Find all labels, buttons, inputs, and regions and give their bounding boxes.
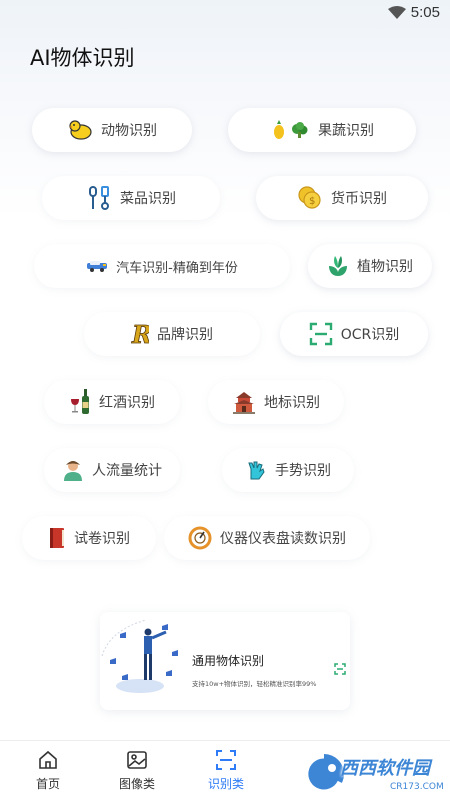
category-label: 菜品识别	[120, 191, 176, 207]
category-label: OCR识别	[340, 327, 400, 343]
page-title: AI物体识别	[30, 46, 135, 70]
nav-home-label: 首页	[35, 777, 60, 791]
general-recognition-banner[interactable]: 通用物体识别 支持10w+物体识别，轻松精准识别率99%	[100, 612, 350, 710]
banner-title: 通用物体识别	[192, 654, 265, 668]
gauge-icon	[188, 526, 212, 550]
hand-gesture-icon	[245, 459, 267, 481]
brand-icon: R	[131, 321, 149, 347]
scan-frame-icon	[309, 322, 333, 346]
category-currency[interactable]: $ 货币识别	[256, 176, 428, 220]
chick-icon	[67, 119, 93, 141]
nav-recognition[interactable]: 识别类	[191, 749, 261, 792]
nav-home[interactable]: 首页	[13, 749, 83, 792]
status-bar: 5:05	[0, 0, 450, 26]
wifi-icon	[388, 5, 406, 24]
category-label: 地标识别	[264, 395, 320, 411]
banner-subtitle: 支持10w+物体识别，轻松精准识别率99%	[192, 680, 317, 688]
home-icon	[13, 749, 83, 771]
coins-icon: $	[297, 185, 323, 211]
svg-text:R: R	[131, 321, 149, 347]
category-label: 手势识别	[275, 463, 331, 479]
image-icon	[102, 749, 172, 771]
svg-text:$: $	[309, 196, 315, 207]
category-landmark[interactable]: 地标识别	[208, 380, 344, 424]
scan-frame-icon	[334, 660, 346, 679]
wine-icon	[69, 389, 91, 415]
watermark: 西西软件园 CR173.COM	[300, 742, 450, 800]
nav-image[interactable]: 图像类	[102, 749, 172, 792]
category-fruit[interactable]: 果蔬识别	[228, 108, 416, 152]
category-car[interactable]: 汽车识别-精确到年份	[34, 244, 290, 288]
category-label: 试卷识别	[74, 531, 130, 547]
category-label: 品牌识别	[157, 327, 213, 343]
banner-illustration	[101, 619, 178, 693]
category-label: 红酒识别	[99, 395, 155, 411]
category-crowd[interactable]: 人流量统计	[44, 448, 180, 492]
category-gesture[interactable]: 手势识别	[222, 448, 354, 492]
plant-icon	[327, 254, 349, 278]
status-time: 5:05	[410, 4, 440, 21]
category-gauge[interactable]: 仪器仪表盘读数识别	[164, 516, 370, 560]
watermark-text: 西西软件园	[340, 758, 430, 779]
category-label: 仪器仪表盘读数识别	[220, 531, 346, 547]
category-brand[interactable]: R 品牌识别	[84, 312, 260, 356]
category-label: 动物识别	[101, 123, 157, 139]
person-icon	[62, 459, 84, 481]
category-wine[interactable]: 红酒识别	[44, 380, 180, 424]
category-exam[interactable]: 试卷识别	[22, 516, 156, 560]
category-plant[interactable]: 植物识别	[308, 244, 432, 288]
watermark-sub: CR173.COM	[390, 782, 444, 792]
landmark-icon	[232, 390, 256, 414]
category-label: 果蔬识别	[318, 123, 374, 139]
scan-icon	[191, 749, 261, 771]
category-label: 人流量统计	[92, 463, 162, 479]
book-icon	[48, 527, 66, 549]
category-dish[interactable]: 菜品识别	[42, 176, 220, 220]
nav-recognition-label: 识别类	[207, 777, 244, 791]
nav-image-label: 图像类	[118, 777, 155, 791]
car-icon	[86, 260, 108, 272]
category-animal[interactable]: 动物识别	[32, 108, 192, 152]
category-label: 植物识别	[357, 259, 413, 275]
category-label: 汽车识别-精确到年份	[116, 260, 238, 276]
category-ocr[interactable]: OCR识别	[280, 312, 428, 356]
utensils-icon	[86, 185, 112, 211]
category-label: 货币识别	[331, 191, 387, 207]
fruit-vegetable-icon	[270, 120, 310, 140]
